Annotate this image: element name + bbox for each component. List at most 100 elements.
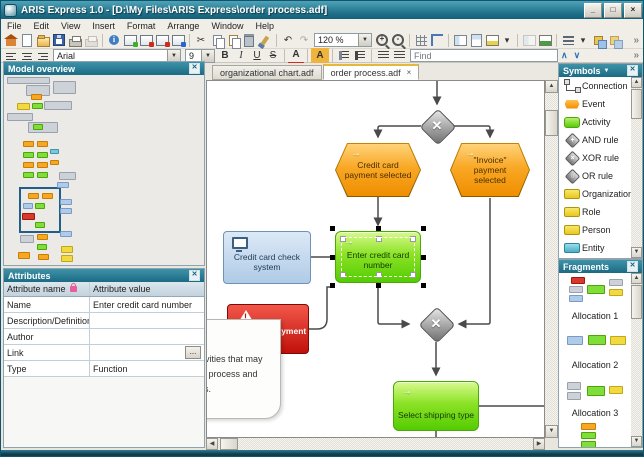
scroll-up-icon[interactable]: ▲	[631, 77, 642, 88]
xor-rule-top[interactable]: ✕	[420, 109, 454, 143]
symbol-activity[interactable]: Activity	[559, 113, 642, 131]
horizontal-scroll-thumb[interactable]	[220, 438, 238, 450]
properties-button[interactable]	[521, 33, 537, 48]
export-model-1-button[interactable]	[122, 33, 138, 48]
fragment-allocation-3[interactable]	[565, 380, 629, 400]
selection-handle[interactable]	[330, 283, 335, 288]
model-overview-close-icon[interactable]: ✕	[189, 63, 200, 74]
fragment-allocation-4[interactable]	[565, 423, 629, 447]
fill-color-dropdown-icon[interactable]: ▾	[500, 34, 514, 47]
fragment-allocation-2[interactable]	[565, 334, 629, 348]
save-button[interactable]	[51, 33, 67, 48]
attributes-button[interactable]	[537, 33, 553, 48]
tab-close-icon[interactable]: ×	[407, 68, 412, 77]
attribute-value[interactable]	[90, 313, 204, 328]
attribute-value[interactable]	[90, 329, 204, 344]
selection-handle[interactable]	[376, 283, 381, 288]
symbol-entity[interactable]: Entity	[559, 239, 642, 257]
symbol-person[interactable]: Person	[559, 221, 642, 239]
print-button[interactable]	[83, 33, 99, 48]
align-button[interactable]	[560, 33, 576, 48]
delete-button[interactable]	[241, 33, 257, 48]
format-toolbar-overflow-icon[interactable]: »	[633, 50, 644, 61]
redo-button[interactable]: ↷	[296, 33, 312, 48]
scroll-down-icon[interactable]: ▼	[631, 247, 642, 258]
symbols-close-icon[interactable]: ✕	[627, 65, 638, 76]
group-button[interactable]	[590, 33, 606, 48]
close-button[interactable]: ×	[624, 3, 642, 18]
canvas-horizontal-scrollbar[interactable]: ◀ ▶	[206, 438, 545, 450]
selection-handle[interactable]	[330, 226, 335, 231]
toolbar-overflow-icon[interactable]: »	[633, 35, 644, 46]
symbol-event[interactable]: Event	[559, 95, 642, 113]
new-button[interactable]	[19, 33, 35, 48]
tab-organizational-chart[interactable]: organizational chart.adf	[212, 65, 322, 80]
maximize-button[interactable]: □	[604, 3, 622, 18]
note-callout[interactable]: s: ctivities that may he process and res…	[206, 319, 281, 419]
symbol-connection[interactable]: Connection	[559, 77, 642, 95]
layout-2-button[interactable]	[468, 33, 484, 48]
symbol-organizational-unit[interactable]: Organizational u	[559, 185, 642, 203]
paste-button[interactable]	[225, 33, 241, 48]
copy-button[interactable]	[209, 33, 225, 48]
link-browse-button[interactable]: ...	[185, 346, 201, 359]
outdent-button[interactable]	[375, 48, 391, 63]
attribute-value[interactable]: Enter credit card number	[90, 297, 204, 312]
numbered-list-button[interactable]	[352, 48, 368, 63]
scroll-down-icon[interactable]: ▼	[545, 425, 558, 438]
fill-color-button[interactable]	[484, 33, 500, 48]
symbol-role[interactable]: Role	[559, 203, 642, 221]
menu-view[interactable]: View	[55, 20, 86, 32]
zoom-in-button[interactable]: +	[374, 33, 390, 48]
vertical-scroll-thumb[interactable]	[545, 110, 558, 136]
event-credit-card-payment[interactable]: Credit card payment selected →	[335, 143, 421, 197]
menu-help[interactable]: Help	[249, 20, 280, 32]
find-next-icon[interactable]: ∨	[571, 50, 584, 61]
indent-button[interactable]	[391, 48, 407, 63]
tab-order-process[interactable]: order process.adf ×	[323, 64, 420, 80]
bullet-list-button[interactable]	[336, 48, 352, 63]
fragment-allocation-1[interactable]	[565, 277, 629, 303]
zoom-combobox[interactable]: 120 % ▼	[314, 33, 372, 47]
fragments-close-icon[interactable]: ✕	[627, 261, 638, 272]
menu-file[interactable]: File	[1, 20, 28, 32]
cut-button[interactable]: ✂	[193, 33, 209, 48]
highlight-color-button[interactable]: A	[311, 48, 329, 63]
menu-edit[interactable]: Edit	[28, 20, 56, 32]
selection-handle[interactable]	[421, 226, 426, 231]
scroll-left-icon[interactable]: ◀	[206, 438, 218, 450]
selection-handle[interactable]	[421, 283, 426, 288]
scroll-down-icon[interactable]: ▼	[631, 436, 642, 447]
open-button[interactable]	[35, 33, 51, 48]
scroll-up-icon[interactable]: ▲	[545, 80, 558, 93]
canvas-vertical-scrollbar[interactable]: ▲ ▼	[545, 80, 558, 438]
format-painter-button[interactable]	[257, 33, 273, 48]
bold-button[interactable]: B	[217, 48, 233, 63]
italic-button[interactable]: I	[233, 48, 249, 63]
selection-handle[interactable]	[330, 255, 335, 260]
attributes-close-icon[interactable]: ✕	[189, 270, 200, 281]
menu-format[interactable]: Format	[121, 20, 162, 32]
system-credit-card-check[interactable]: Credit card check system	[223, 231, 311, 284]
font-family-dropdown-icon[interactable]: ▼	[167, 50, 180, 62]
zoom-out-button[interactable]: -	[390, 33, 406, 48]
align-dropdown-icon[interactable]: ▾	[576, 34, 590, 47]
layout-1-button[interactable]	[452, 33, 468, 48]
ungroup-button[interactable]	[606, 33, 622, 48]
fragments-scroll-thumb[interactable]	[631, 285, 642, 319]
export-model-4-button[interactable]	[170, 33, 186, 48]
symbols-dropdown-icon[interactable]: ▼	[604, 68, 610, 74]
undo-button[interactable]: ↶	[280, 33, 296, 48]
symbol-xor-rule[interactable]: ×XOR rule	[559, 149, 642, 167]
symbols-scroll-thumb[interactable]	[631, 89, 642, 119]
underline-button[interactable]: U	[249, 48, 265, 63]
strikethrough-button[interactable]: S	[265, 48, 281, 63]
find-previous-icon[interactable]: ∧	[558, 50, 571, 61]
model-canvas[interactable]: ✕ Credit card payment selected → "Invoic…	[206, 80, 545, 438]
menu-arrange[interactable]: Arrange	[161, 20, 205, 32]
export-model-2-button[interactable]	[138, 33, 154, 48]
zoom-dropdown-icon[interactable]: ▼	[358, 34, 371, 46]
scroll-right-icon[interactable]: ▶	[533, 438, 545, 450]
menu-window[interactable]: Window	[205, 20, 249, 32]
attribute-value[interactable]: Function	[90, 361, 204, 376]
